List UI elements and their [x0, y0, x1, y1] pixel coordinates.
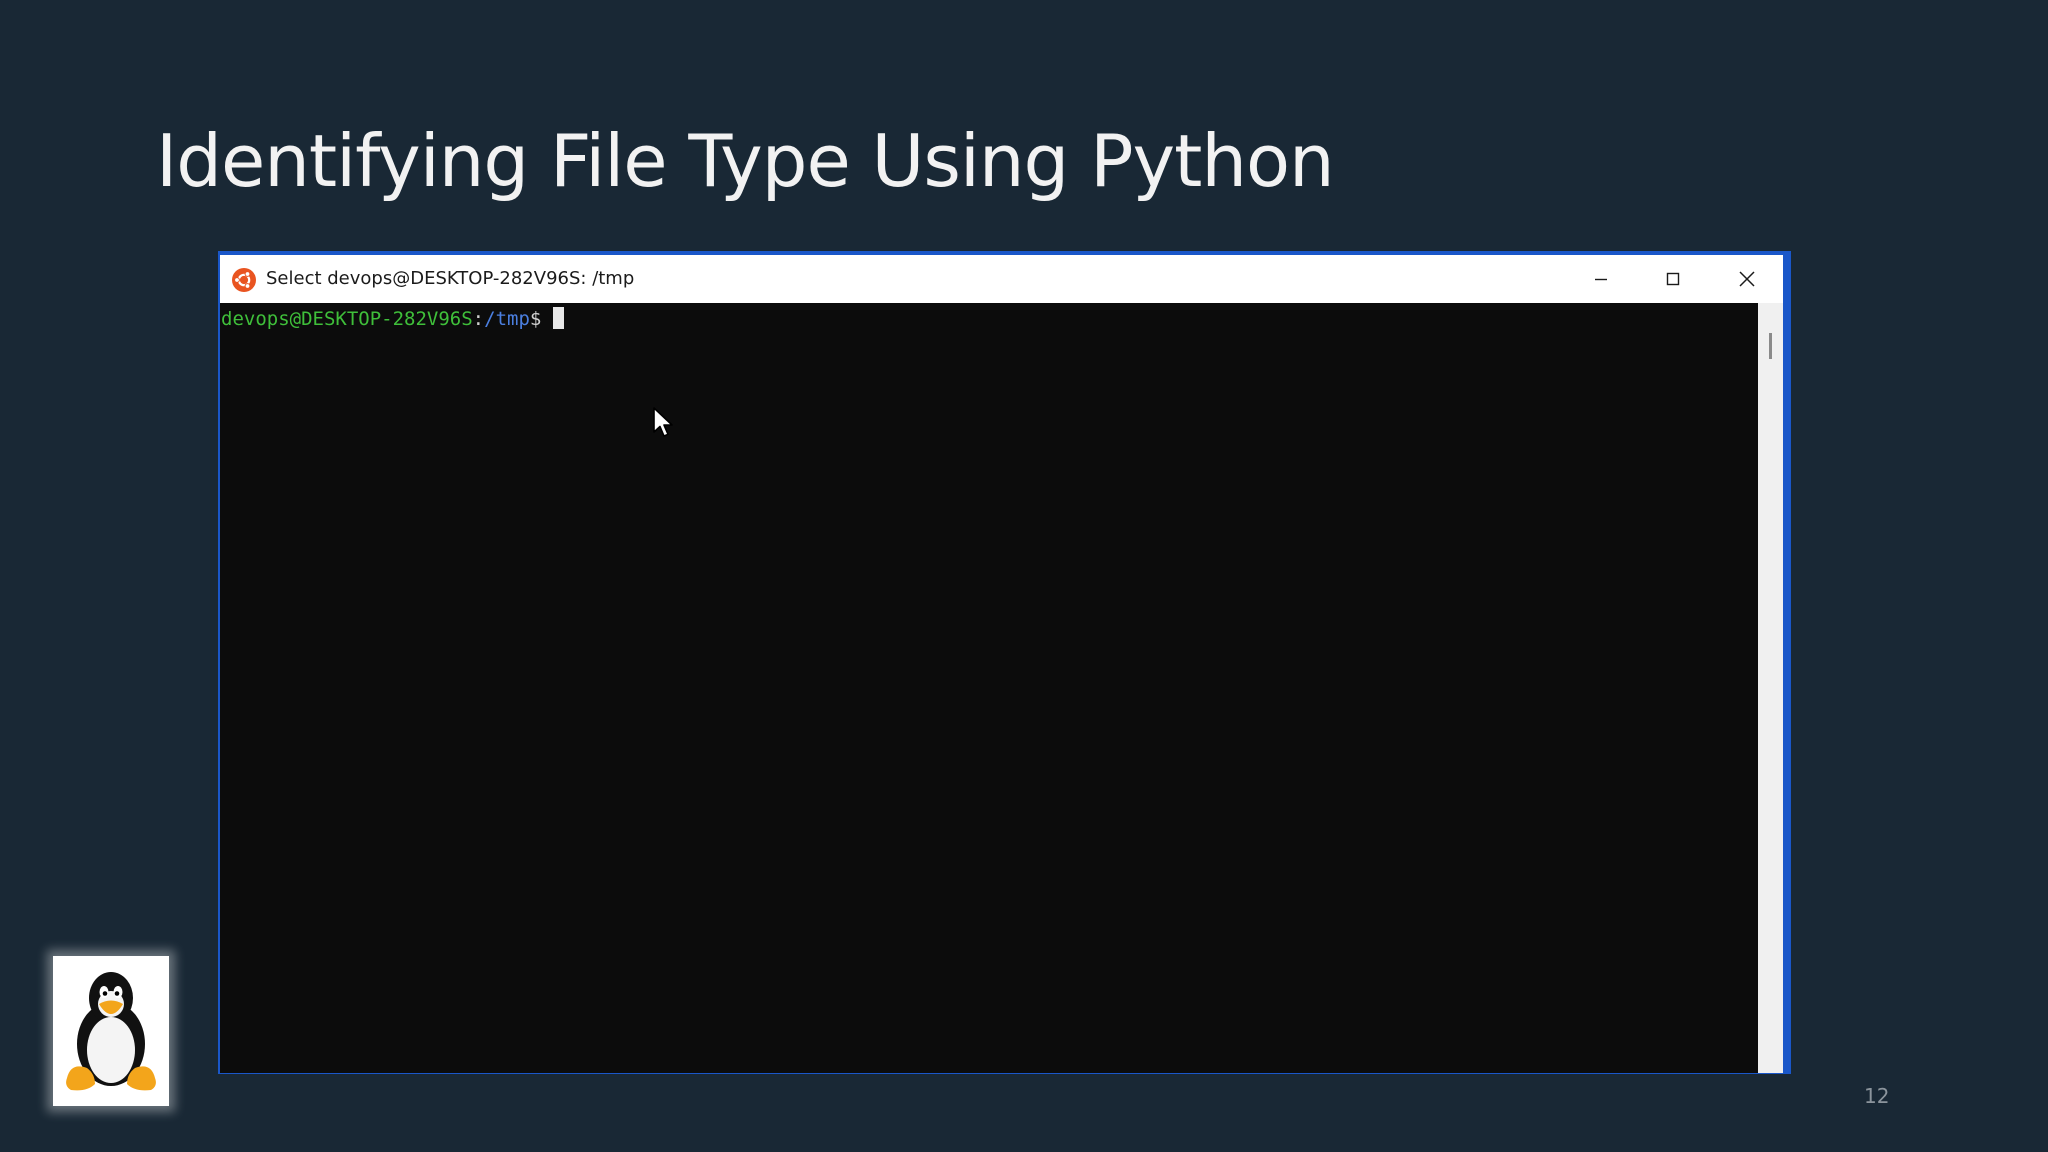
terminal-window[interactable]: Select devops@DESKTOP-282V96S: /tmp devo… — [220, 255, 1783, 1073]
minimize-icon — [1595, 278, 1607, 281]
slide-title: Identifying File Type Using Python — [156, 119, 1335, 203]
close-button[interactable] — [1711, 255, 1783, 303]
scrollbar-thumb[interactable] — [1769, 333, 1772, 359]
close-icon — [1739, 271, 1755, 287]
slide-number: 12 — [1864, 1084, 1890, 1108]
maximize-button[interactable] — [1637, 255, 1709, 303]
prompt-user-host: devops@DESKTOP-282V96S — [221, 308, 473, 330]
prompt-separator: : — [472, 308, 485, 330]
minimize-button[interactable] — [1565, 255, 1637, 303]
maximize-icon — [1666, 272, 1680, 286]
text-cursor — [553, 307, 565, 329]
terminal-output[interactable]: devops@DESKTOP-282V96S:/tmp$ — [220, 303, 1758, 1073]
tux-penguin-icon — [66, 972, 156, 1091]
mouse-pointer-icon — [653, 407, 673, 437]
presentation-slide: Identifying File Type Using Python Selec… — [0, 0, 2048, 1152]
prompt-path: /tmp — [484, 308, 530, 330]
ubuntu-icon — [232, 268, 256, 292]
prompt-symbol: $ — [529, 308, 542, 330]
shell-prompt: devops@DESKTOP-282V96S:/tmp$ — [221, 305, 565, 333]
linux-logo-card — [53, 956, 169, 1106]
vertical-scrollbar[interactable] — [1758, 303, 1783, 1073]
window-title: Select devops@DESKTOP-282V96S: /tmp — [266, 268, 635, 289]
window-titlebar[interactable]: Select devops@DESKTOP-282V96S: /tmp — [220, 255, 1783, 303]
